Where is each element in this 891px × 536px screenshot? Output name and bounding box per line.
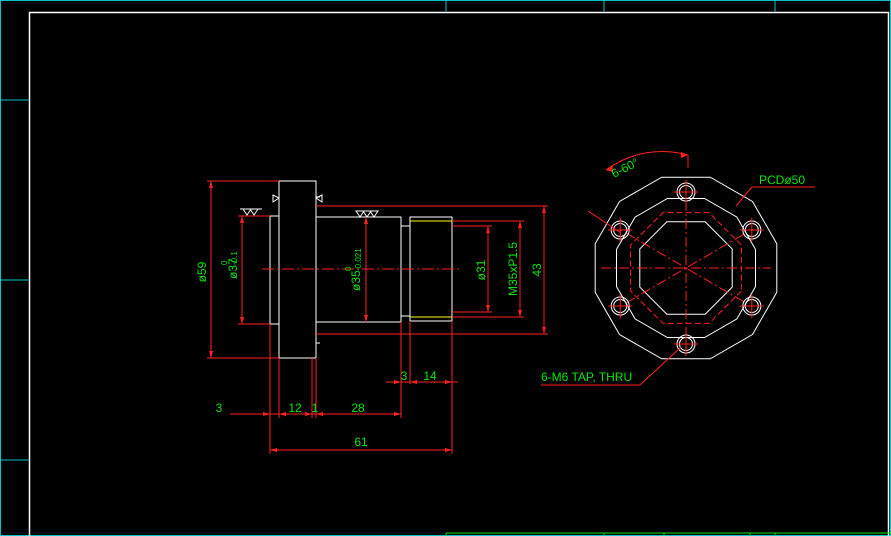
- dim-bore-diameter: ø31: [474, 259, 488, 280]
- dim-pilot-tol-lower: -0.1: [230, 251, 239, 265]
- dim-outer-height: 43: [530, 263, 544, 277]
- dim-3-right: 3: [401, 369, 408, 383]
- dim-1: 1: [312, 401, 319, 415]
- dim-flange-diameter: ø59: [195, 261, 209, 282]
- dim-12: 12: [288, 401, 302, 415]
- pcd-note: PCDø50: [759, 173, 805, 187]
- tap-note: 6-M6 TAP, THRU: [541, 370, 632, 384]
- dim-28: 28: [351, 401, 365, 415]
- drawing-frame: [0, 0, 891, 536]
- dim-14: 14: [423, 369, 437, 383]
- dim-body-tol-lower: -0.021: [354, 248, 363, 271]
- dim-overall-length: 61: [354, 435, 368, 449]
- cad-drawing-canvas: ø59 ø37 0 -0.1 ø35 0 -0.021 ø31 M35xP1.5…: [0, 0, 891, 536]
- dim-pilot-tol-upper: 0: [220, 260, 229, 265]
- dim-thread: M35xP1.5: [506, 242, 520, 296]
- side-dimension-lines: [207, 180, 548, 454]
- dim-3-left: 3: [216, 401, 223, 415]
- dim-body-tol-upper: 0: [344, 266, 353, 271]
- front-view-part: [594, 176, 778, 360]
- dim-body-diameter: ø35: [349, 270, 363, 291]
